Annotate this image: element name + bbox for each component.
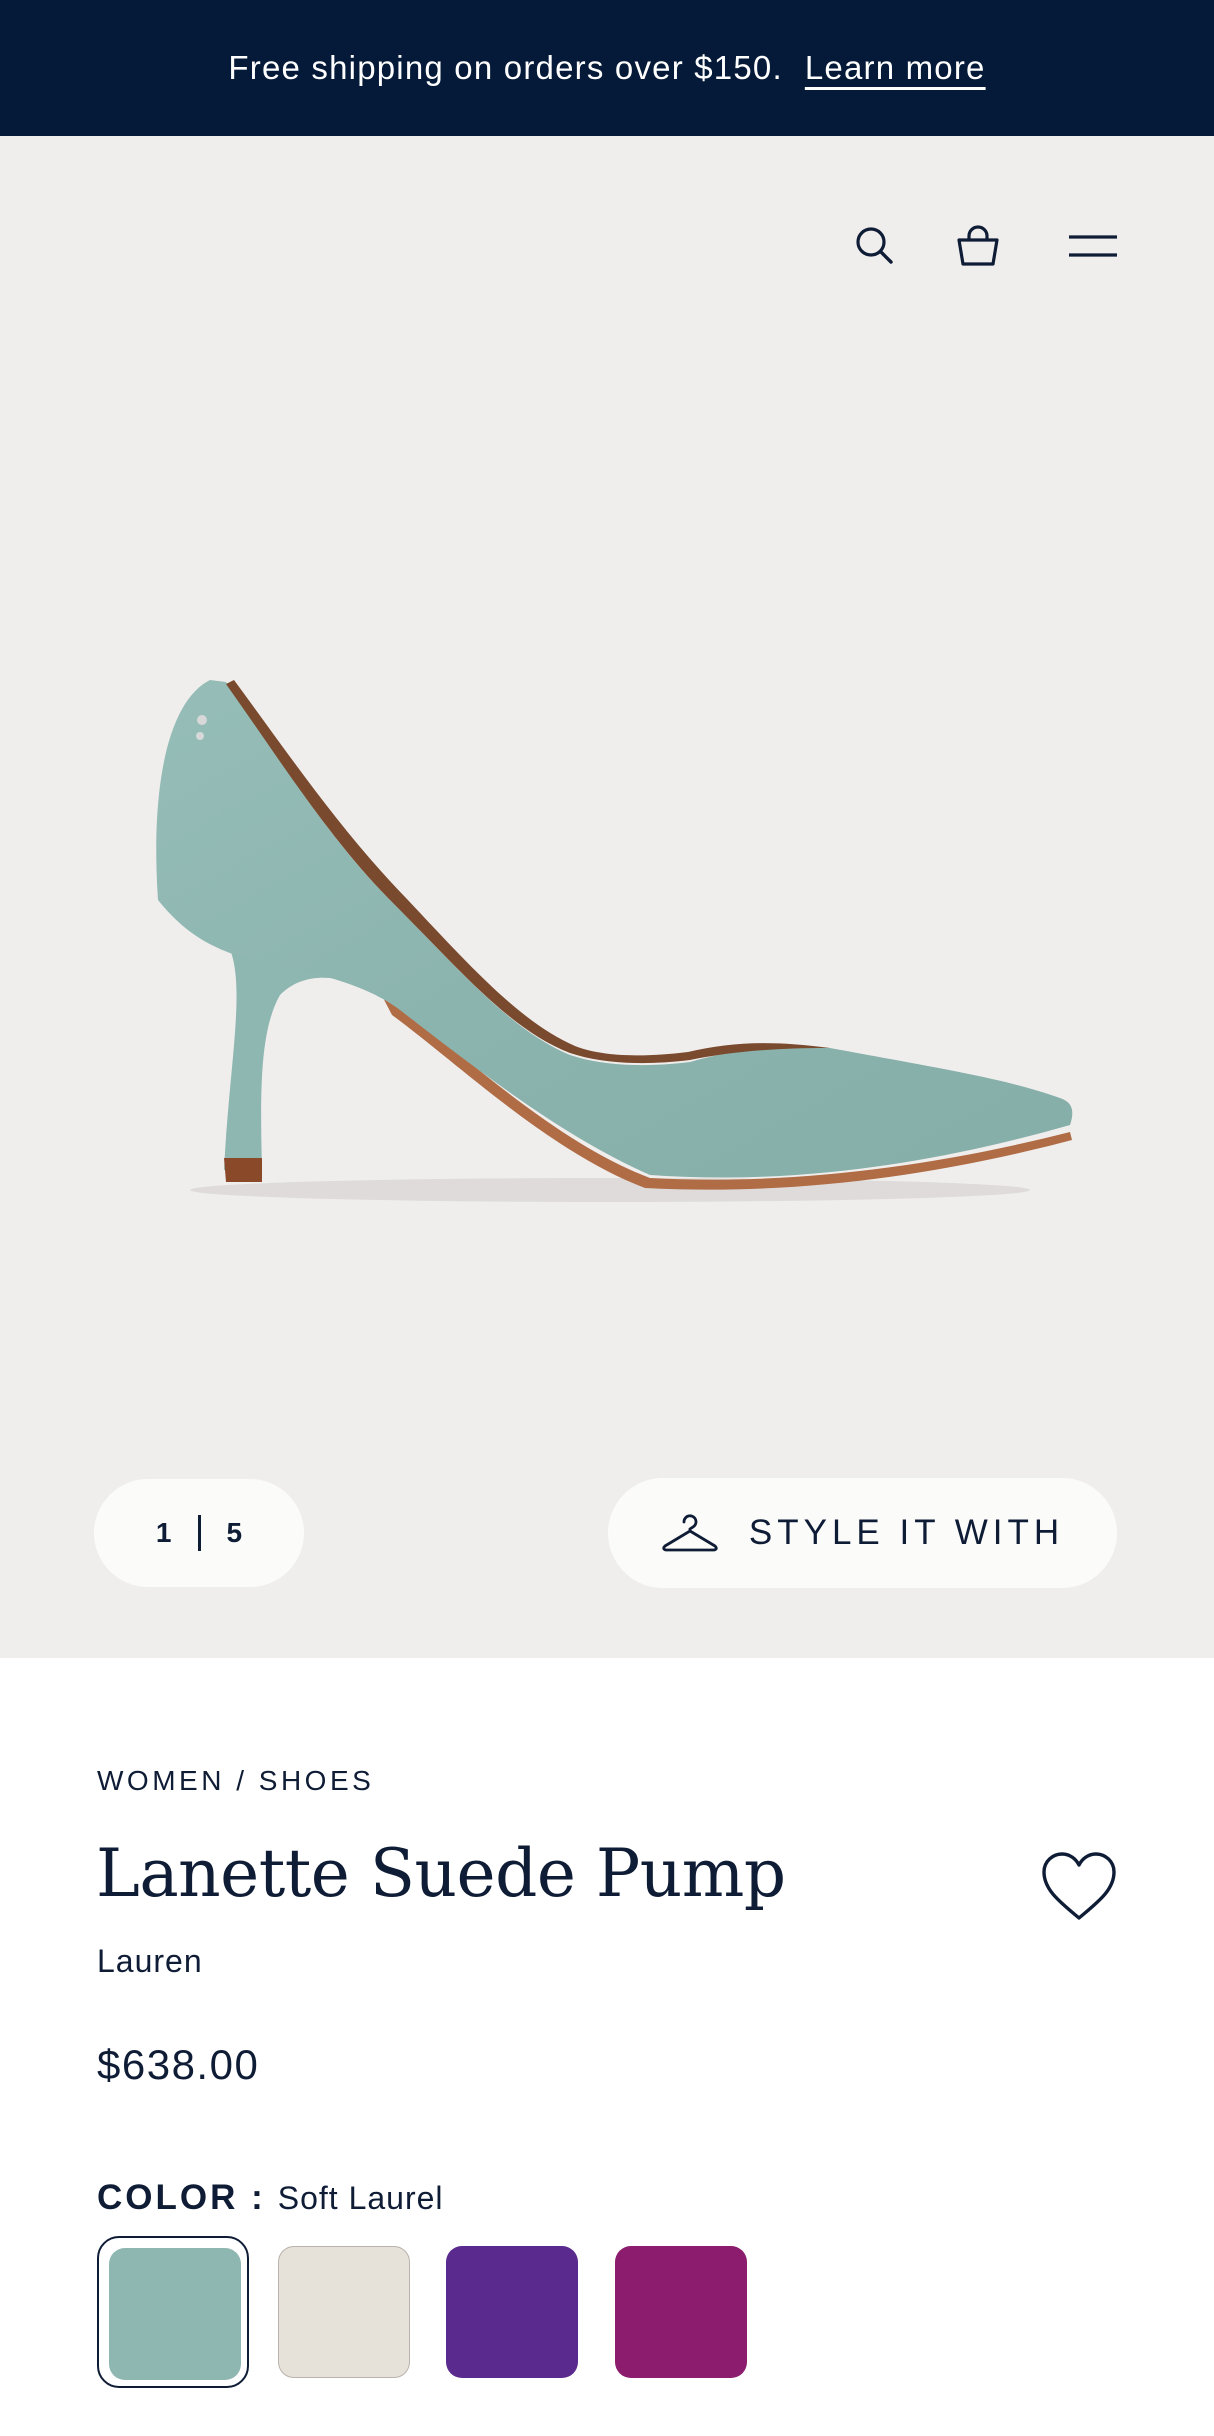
current-image: 1 — [155, 1517, 172, 1548]
color-swatch-soft-laurel[interactable] — [97, 2236, 249, 2388]
swatch-fill — [615, 2246, 747, 2378]
promo-text: Free shipping on orders over $150. — [228, 49, 783, 86]
product-image — [156, 680, 1073, 1202]
style-it-with-button[interactable]: STYLE IT WITH — [608, 1478, 1117, 1588]
hanger-icon — [662, 1514, 718, 1552]
color-label: COLOR : — [97, 2178, 266, 2217]
color-swatch-cream[interactable] — [268, 2236, 420, 2388]
style-it-with-label: STYLE IT WITH — [748, 1513, 1065, 1552]
color-selector-label: COLOR : Soft Laurel — [97, 2178, 444, 2218]
color-swatch-magenta[interactable] — [605, 2236, 757, 2388]
wishlist-heart-icon[interactable] — [1040, 1850, 1118, 1922]
image-counter: 1 5 — [94, 1479, 304, 1587]
shopping-bag-icon — [957, 225, 999, 266]
swatch-fill — [446, 2246, 578, 2378]
breadcrumb[interactable]: WOMEN / SHOES — [97, 1765, 374, 1797]
color-value: Soft Laurel — [277, 2180, 444, 2216]
menu-button[interactable] — [1064, 218, 1122, 274]
swatch-fill — [109, 2248, 241, 2380]
promo-banner: Free shipping on orders over $150. Learn… — [0, 0, 1214, 136]
search-icon — [856, 227, 893, 264]
total-images: 5 — [226, 1517, 243, 1548]
learn-more-link[interactable]: Learn more — [805, 49, 986, 87]
search-button[interactable] — [847, 218, 903, 274]
counter-divider — [197, 1515, 201, 1551]
product-title: Lanette Suede Pump — [96, 1835, 786, 1912]
color-swatch-purple[interactable] — [436, 2236, 588, 2388]
product-price: $638.00 — [97, 2041, 260, 2088]
swatch-fill — [278, 2246, 410, 2378]
product-brand[interactable]: Lauren — [97, 1943, 203, 1980]
menu-icon — [1069, 235, 1117, 257]
shopping-bag-button[interactable] — [950, 218, 1006, 274]
